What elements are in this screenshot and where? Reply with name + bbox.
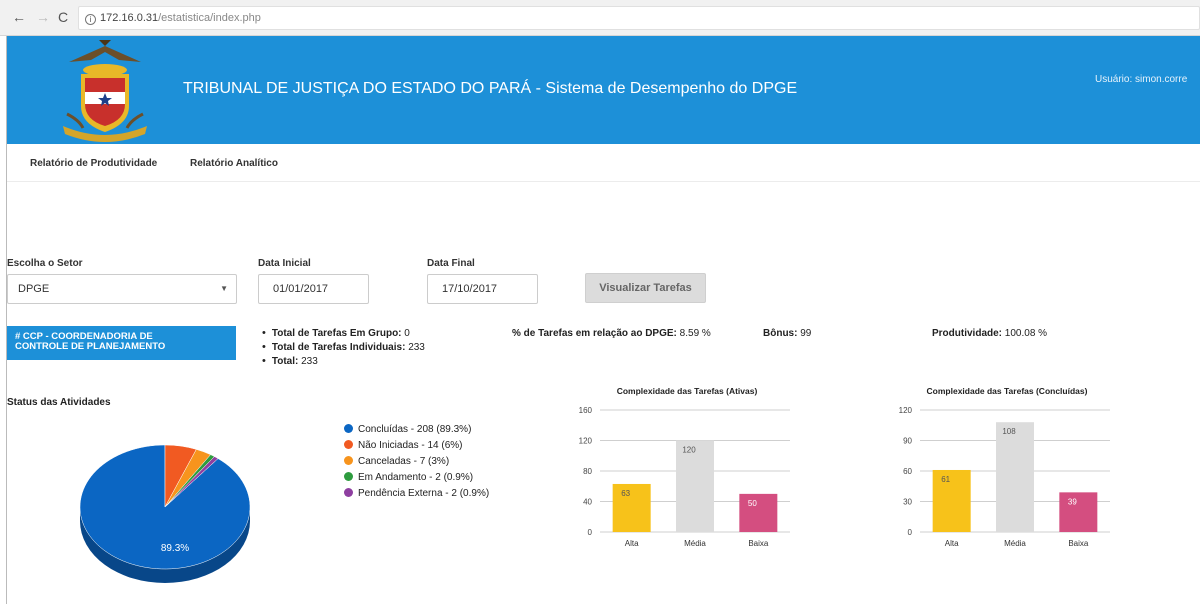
legend-swatch — [344, 472, 353, 481]
y-tick-label: 40 — [583, 498, 592, 507]
list-item: Total: 233 — [262, 355, 425, 367]
start-date-field[interactable]: 01/01/2017 — [258, 274, 369, 304]
end-date-field[interactable]: 17/10/2017 — [427, 274, 538, 304]
browser-toolbar: ← → C i 172.16.0.31/estatistica/index.php — [0, 0, 1200, 36]
y-tick-label: 0 — [588, 528, 593, 537]
y-tick-label: 120 — [579, 437, 593, 446]
active-complexity-chart: Complexidade das Tarefas (Ativas) 0 40 80 12… — [579, 386, 790, 548]
info-icon[interactable]: i — [85, 14, 96, 25]
legend-swatch — [344, 488, 353, 497]
legend-label: Canceladas - 7 (3%) — [358, 456, 450, 467]
reload-icon[interactable]: C — [58, 9, 68, 25]
menu-item-relatorio-analitico[interactable]: Relatório Analítico — [190, 158, 278, 169]
sector-label: Escolha o Setor — [7, 258, 83, 269]
sector-select-value: DPGE — [18, 283, 50, 295]
status-legend: Concluídas - 208 (89.3%) Não Iniciadas - … — [344, 422, 489, 502]
legend-swatch — [344, 440, 353, 449]
legend-swatch — [344, 456, 353, 465]
y-tick-label: 120 — [899, 406, 913, 415]
status-pie-chart: 89.3% — [79, 444, 251, 583]
user-info: Usuário: simon.corre — [1095, 74, 1188, 85]
y-tick-label: 60 — [903, 467, 912, 476]
bar-data-label: 63 — [621, 489, 630, 498]
x-tick-label: Média — [1004, 539, 1026, 548]
url-host: 172.16.0.31 — [100, 12, 159, 24]
bar — [1059, 492, 1098, 532]
pie-data-label: 89.3% — [161, 543, 189, 554]
x-tick-label: Baixa — [1068, 539, 1089, 548]
sector-name-line2: CONTROLE DE PLANEJAMENTO — [15, 341, 166, 352]
x-tick-label: Baixa — [748, 539, 769, 548]
legend-label: Não Iniciadas - 14 (6%) — [358, 440, 463, 451]
legend-item: Canceladas - 7 (3%) — [344, 454, 489, 470]
y-tick-label: 160 — [579, 406, 593, 415]
y-tick-label: 30 — [903, 498, 912, 507]
legend-item: Em Andamento - 2 (0.9%) — [344, 470, 489, 486]
top-menu — [7, 144, 1200, 182]
url-path: /estatistica/index.php — [158, 12, 261, 24]
end-date-label: Data Final — [427, 258, 475, 269]
coat-of-arms-logo — [63, 40, 147, 142]
bar — [932, 469, 971, 532]
pct-dpge-stat: % de Tarefas em relação ao DPGE: 8.59 % — [512, 328, 711, 339]
bar — [996, 422, 1034, 532]
start-date-label: Data Inicial — [258, 258, 311, 269]
legend-label: Pendência Externa - 2 (0.9%) — [358, 488, 490, 499]
list-item: Total de Tarefas Individuais: 233 — [262, 341, 425, 353]
bar-chart-title: Complexidade das Tarefas (Ativas) — [617, 386, 758, 396]
sector-select[interactable]: DPGE ▼ — [7, 274, 237, 304]
x-tick-label: Alta — [945, 539, 959, 548]
x-tick-label: Média — [684, 539, 706, 548]
bonus-stat: Bônus: 99 — [763, 328, 812, 339]
task-totals-list: Total de Tarefas Em Grupo: 0 Total de Ta… — [262, 327, 425, 369]
legend-label: Concluídas - 208 (89.3%) — [358, 424, 472, 435]
view-tasks-button[interactable]: Visualizar Tarefas — [585, 273, 706, 303]
back-arrow-icon[interactable]: ← — [12, 9, 26, 25]
page-title: TRIBUNAL DE JUSTIÇA DO ESTADO DO PARÁ - … — [183, 80, 798, 97]
y-tick-label: 90 — [903, 437, 912, 446]
bar-data-label: 50 — [748, 499, 757, 508]
bar-chart-title: Complexidade das Tarefas (Concluídas) — [927, 386, 1088, 396]
legend-swatch — [344, 424, 353, 433]
list-item: Total de Tarefas Em Grupo: 0 — [262, 327, 425, 339]
bar-data-label: 120 — [682, 446, 696, 455]
completed-complexity-chart: Complexidade das Tarefas (Concluídas) 0 30… — [899, 386, 1110, 548]
menu-item-relatorio-produtividade[interactable]: Relatório de Produtividade — [30, 158, 157, 169]
bar — [739, 493, 778, 532]
site-header: TRIBUNAL DE JUSTIÇA DO ESTADO DO PARÁ - … — [7, 36, 1200, 144]
address-bar[interactable]: i 172.16.0.31/estatistica/index.php — [78, 6, 1200, 30]
sector-name-box: # CCP - COORDENADORIA DE CONTROLE DE PLA… — [7, 326, 236, 360]
x-tick-label: Alta — [625, 539, 639, 548]
legend-item: Pendência Externa - 2 (0.9%) — [344, 486, 489, 502]
legend-item: Concluídas - 208 (89.3%) — [344, 422, 489, 438]
bar — [612, 483, 651, 532]
y-tick-label: 0 — [908, 528, 913, 537]
bar-data-label: 61 — [941, 475, 950, 484]
y-tick-label: 80 — [583, 467, 592, 476]
legend-item: Não Iniciadas - 14 (6%) — [344, 438, 489, 454]
bar-data-label: 39 — [1068, 497, 1077, 506]
status-chart-title: Status das Atividades — [7, 397, 111, 408]
legend-label: Em Andamento - 2 (0.9%) — [358, 472, 474, 483]
forward-arrow-icon[interactable]: → — [36, 9, 50, 25]
caret-down-icon: ▼ — [220, 284, 228, 293]
productivity-stat: Produtividade: 100.08 % — [932, 328, 1048, 339]
bar-data-label: 108 — [1002, 427, 1016, 436]
